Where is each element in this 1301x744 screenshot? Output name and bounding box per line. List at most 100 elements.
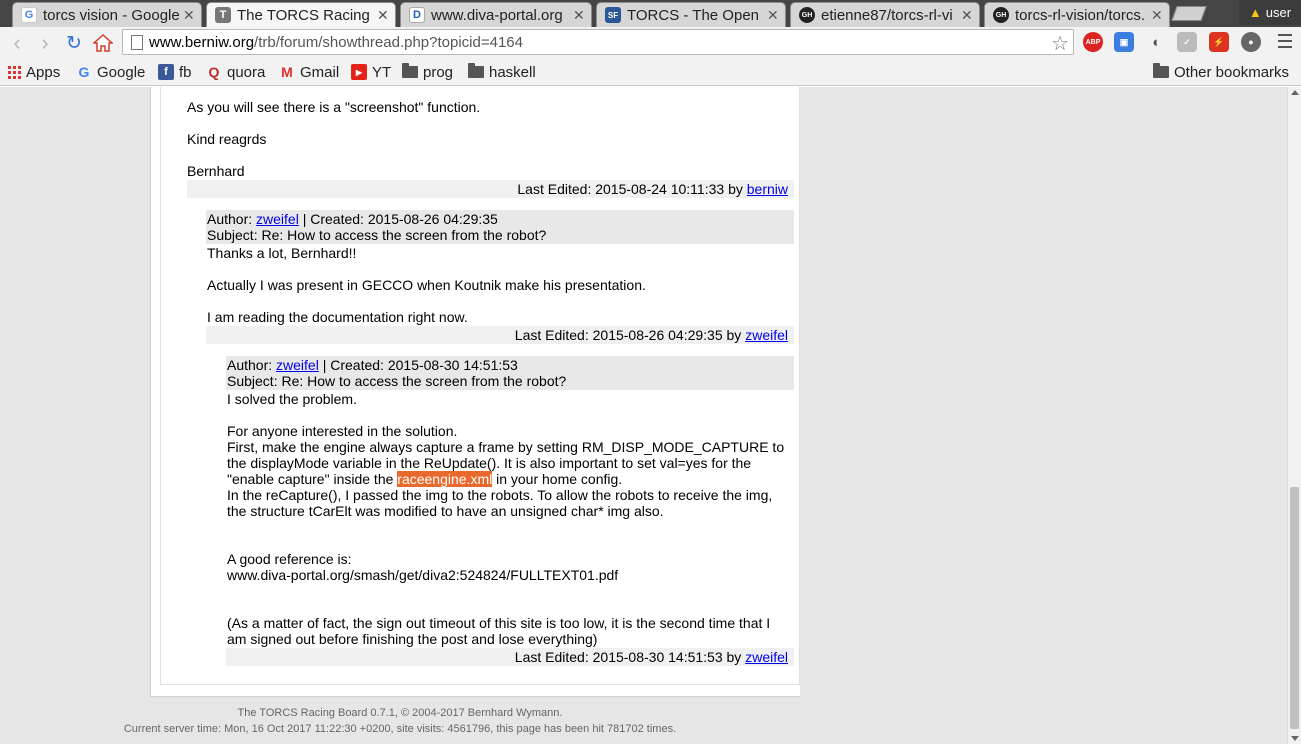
facebook-icon: f (158, 64, 174, 80)
tab-torcs-rl-vision[interactable]: GH torcs-rl-vision/torcs. ✕ (984, 2, 1170, 27)
page-icon: T (215, 7, 231, 23)
footer-server-info: Current server time: Mon, 16 Oct 2017 11… (123, 723, 677, 735)
diva-icon: D (409, 7, 425, 23)
author-link[interactable]: berniw (747, 181, 788, 197)
bookmark-star-icon[interactable]: ☆ (1051, 31, 1069, 56)
bookmark-folder-haskell[interactable]: haskell (468, 61, 536, 83)
post-text: A good reference is: (227, 551, 352, 567)
extension-bolt-icon[interactable]: ⚡ (1209, 32, 1229, 52)
tab-title: www.diva-portal.org (431, 6, 563, 24)
tab-etienne87-repo[interactable]: GH etienne87/torcs-rl-vi ✕ (790, 2, 980, 27)
google-icon: G (78, 64, 90, 80)
bookmark-fb[interactable]: f fb (158, 61, 192, 83)
scroll-up-arrow-icon[interactable] (1291, 90, 1299, 95)
github-icon: GH (993, 7, 1009, 23)
footer-copyright: The TORCS Racing Board 0.7.1, © 2004-201… (237, 707, 563, 719)
author-link[interactable]: zweifel (276, 357, 319, 373)
last-edited-bar: Last Edited: 2015-08-24 10:11:33 by bern… (187, 180, 794, 198)
tab-diva-portal[interactable]: D www.diva-portal.org ✕ (400, 2, 592, 27)
warning-icon: ▲ (1248, 5, 1262, 20)
reload-icon[interactable]: ↻ (63, 32, 85, 54)
folder-icon (402, 63, 418, 78)
author-link[interactable]: zweifel (745, 327, 788, 343)
bookmark-label: fb (179, 63, 192, 81)
post-text: First, make the engine always capture a … (227, 439, 785, 455)
youtube-icon: ▶ (351, 64, 367, 80)
bookmark-label: prog (423, 63, 454, 81)
bookmark-label: Other bookmarks (1174, 63, 1290, 81)
bookmark-apps[interactable]: Apps (8, 61, 60, 83)
profile-button[interactable]: ▲ user (1239, 0, 1301, 25)
post-text: the structure tCarElt was modified to ha… (227, 503, 664, 519)
close-icon[interactable]: ✕ (183, 7, 195, 24)
bookmark-label: Apps (26, 63, 61, 81)
author-link[interactable]: zweifel (256, 211, 299, 227)
scroll-thumb[interactable] (1290, 487, 1299, 729)
profile-name: user (1265, 5, 1292, 20)
extension-audio-icon[interactable]: ◖ (1145, 32, 1165, 52)
extension-camera-icon[interactable]: ● (1241, 32, 1261, 52)
sourceforge-icon: SF (605, 7, 621, 23)
extension-inbox-icon[interactable]: ✓ (1177, 32, 1197, 52)
post-text: In the reCapture(), I passed the img to … (227, 487, 773, 503)
bookmark-quora[interactable]: Q quora (206, 61, 266, 83)
created-date: | Created: 2015-08-30 14:51:53 (322, 357, 518, 373)
tab-torcs-racing-board[interactable]: T The TORCS Racing Bo ✕ (206, 2, 396, 27)
tab-torcs-vision-google[interactable]: G torcs vision - Google ✕ (12, 2, 202, 27)
post-author-line: Author: zweifel | Created: 2015-08-30 14… (227, 357, 518, 373)
page-viewport: As you will see there is a "screenshot" … (0, 87, 1287, 744)
bookmark-folder-other[interactable]: Other bookmarks (1153, 61, 1289, 83)
tab-strip: G torcs vision - Google ✕ T The TORCS Ra… (0, 0, 1301, 27)
post-subject: Subject: Re: How to access the screen fr… (227, 373, 567, 389)
tab-title: torcs-rl-vision/torcs. (1015, 6, 1146, 24)
bookmark-label: haskell (489, 63, 536, 81)
address-url[interactable]: www.berniw.org/trb/forum/showthread.php?… (149, 34, 523, 51)
tab-torcs-open-racing[interactable]: SF TORCS - The Open Ra ✕ (596, 2, 786, 27)
browser-toolbar: ‹ › ↻ www.berniw.org/trb/forum/showthrea… (0, 27, 1301, 58)
close-icon[interactable]: ✕ (573, 7, 585, 24)
back-arrow-icon[interactable]: ‹ (6, 30, 28, 55)
last-edited-label: Last Edited: 2015-08-26 04:29:35 by (514, 327, 742, 343)
post-reference-url: www.diva-portal.org/smash/get/diva2:5248… (227, 567, 619, 583)
bookmark-google[interactable]: G Google (76, 61, 146, 83)
bookmark-folder-prog[interactable]: prog (402, 61, 453, 83)
home-icon[interactable] (92, 32, 114, 54)
forward-arrow-icon[interactable]: › (34, 30, 56, 55)
tab-title: torcs vision - Google (43, 6, 179, 24)
post-text: Bernhard (187, 163, 245, 179)
author-label: Author: (227, 357, 273, 373)
menu-icon[interactable] (1278, 34, 1292, 52)
vertical-scrollbar[interactable] (1287, 87, 1301, 744)
bookmarks-bar: Apps G Google f fb Q quora M Gmail ▶ YT … (0, 58, 1301, 86)
author-link[interactable]: zweifel (745, 649, 788, 665)
github-icon: GH (799, 7, 815, 23)
folder-icon (1153, 63, 1169, 78)
post-text: I am reading the documentation right now… (207, 309, 468, 325)
address-bar[interactable]: www.berniw.org/trb/forum/showthread.php?… (122, 29, 1074, 55)
close-icon[interactable]: ✕ (961, 7, 973, 24)
bookmark-gmail[interactable]: M Gmail (279, 61, 339, 83)
selected-text-highlight[interactable]: raceengine.xml (397, 471, 493, 487)
gmail-icon: M (281, 64, 293, 80)
extension-window-icon[interactable]: ▣ (1114, 32, 1134, 52)
apps-grid-icon (8, 65, 21, 79)
adblock-icon[interactable]: ABP (1083, 32, 1103, 52)
post-text: Actually I was present in GECCO when Kou… (207, 277, 646, 293)
post-text: "enable capture" inside the raceengine.x… (227, 471, 623, 487)
new-tab-button[interactable] (1171, 6, 1207, 21)
close-icon[interactable]: ✕ (767, 7, 779, 24)
quora-icon: Q (208, 64, 220, 80)
post-author-line: Author: zweifel | Created: 2015-08-26 04… (207, 211, 498, 227)
scroll-down-arrow-icon[interactable] (1291, 736, 1299, 741)
tab-title: TORCS - The Open Ra (627, 6, 763, 24)
post-text: the displayMode variable in the ReUpdate… (227, 455, 752, 471)
page-footer: The TORCS Racing Board 0.7.1, © 2004-201… (0, 705, 800, 737)
close-icon[interactable]: ✕ (377, 7, 389, 24)
bookmark-label: YT (372, 63, 392, 81)
bookmark-yt[interactable]: ▶ YT (351, 61, 391, 83)
post-text: (As a matter of fact, the sign out timeo… (227, 615, 771, 631)
bookmark-label: quora (227, 63, 266, 81)
close-icon[interactable]: ✕ (1151, 7, 1163, 24)
bookmark-label: Gmail (300, 63, 340, 81)
last-edited-label: Last Edited: 2015-08-30 14:51:53 by (514, 649, 742, 665)
